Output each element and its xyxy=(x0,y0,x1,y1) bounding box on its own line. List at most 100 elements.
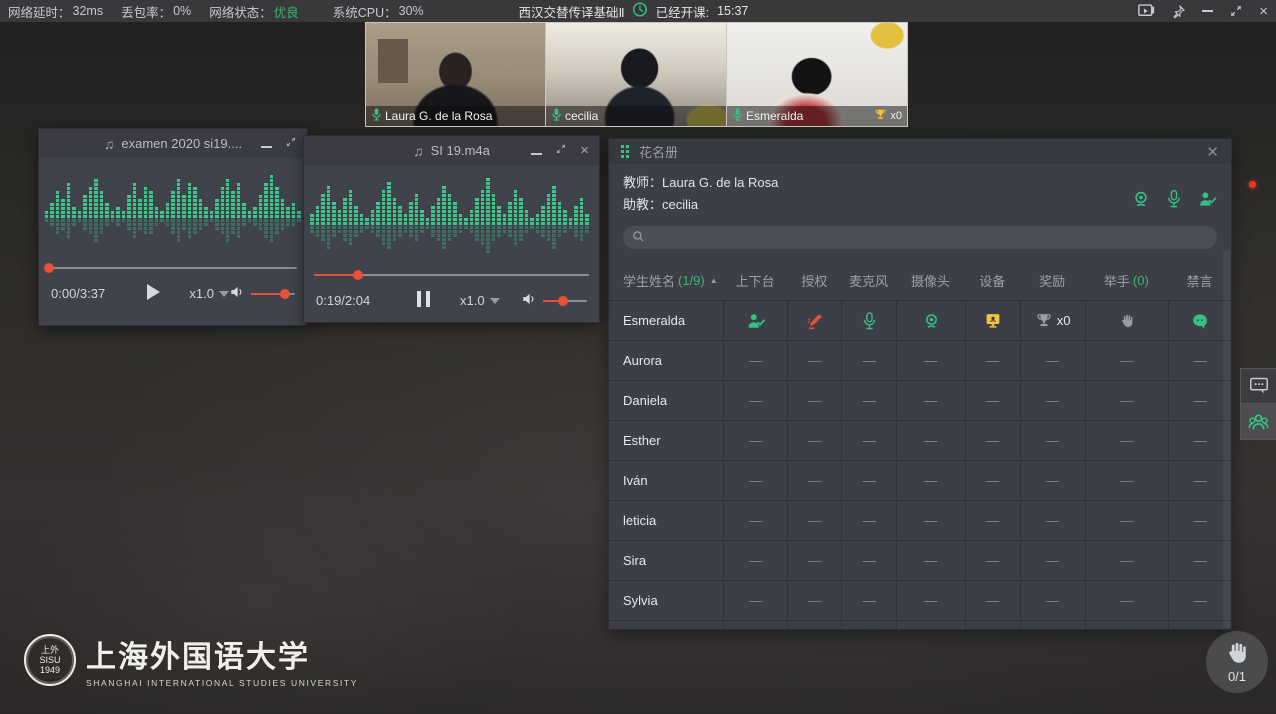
student-row[interactable]: violeta———————— xyxy=(609,621,1231,630)
status-cell[interactable] xyxy=(841,301,896,341)
status-cell[interactable]: — xyxy=(1085,501,1169,541)
status-cell[interactable]: — xyxy=(896,621,965,631)
status-cell[interactable]: — xyxy=(723,501,788,541)
status-cell[interactable]: — xyxy=(1085,621,1169,631)
status-cell[interactable]: — xyxy=(965,461,1020,501)
status-cell[interactable]: — xyxy=(723,541,788,581)
status-cell[interactable]: — xyxy=(1085,341,1169,381)
status-cell[interactable]: — xyxy=(896,461,965,501)
mic-all-icon[interactable] xyxy=(1166,190,1182,215)
video-tile-student[interactable]: Esmeralda x0 xyxy=(727,22,908,127)
status-cell[interactable]: — xyxy=(787,541,841,581)
status-cell[interactable]: — xyxy=(787,621,841,631)
status-cell[interactable]: — xyxy=(1168,461,1231,501)
status-cell[interactable]: — xyxy=(965,581,1020,621)
status-cell[interactable]: — xyxy=(841,461,896,501)
status-cell[interactable]: — xyxy=(1168,541,1231,581)
video-tile-teacher[interactable]: Laura G. de la Rosa xyxy=(365,22,546,127)
student-row[interactable]: Esmeraldax0 xyxy=(609,301,1231,341)
status-cell[interactable]: — xyxy=(1085,541,1169,581)
status-cell[interactable]: — xyxy=(896,381,965,421)
close-icon[interactable]: ✕ xyxy=(1206,143,1219,161)
status-cell[interactable]: — xyxy=(1168,581,1231,621)
status-cell[interactable] xyxy=(723,301,788,341)
volume-handle[interactable] xyxy=(558,296,568,306)
status-cell[interactable]: — xyxy=(723,461,788,501)
roster-title-bar[interactable]: 花名册 ✕ xyxy=(609,139,1231,164)
status-cell[interactable]: — xyxy=(787,501,841,541)
restore-button[interactable] xyxy=(285,136,297,151)
close-button[interactable]: × xyxy=(580,142,589,159)
status-cell[interactable]: — xyxy=(1020,461,1085,501)
status-cell[interactable]: — xyxy=(896,541,965,581)
seek-bar[interactable] xyxy=(49,262,297,274)
status-cell[interactable] xyxy=(787,301,841,341)
status-cell[interactable] xyxy=(1168,301,1231,341)
status-cell[interactable]: — xyxy=(1020,421,1085,461)
student-row[interactable]: Sira———————— xyxy=(609,541,1231,581)
status-cell[interactable]: — xyxy=(723,381,788,421)
status-cell[interactable]: — xyxy=(841,341,896,381)
minimize-button[interactable] xyxy=(1202,10,1213,12)
status-cell[interactable]: — xyxy=(896,501,965,541)
search-box[interactable] xyxy=(623,226,1217,249)
status-cell[interactable]: — xyxy=(841,621,896,631)
student-row[interactable]: leticia———————— xyxy=(609,501,1231,541)
status-cell[interactable]: — xyxy=(965,621,1020,631)
student-row[interactable]: Sylvia———————— xyxy=(609,581,1231,621)
status-cell[interactable] xyxy=(896,301,965,341)
column-header-student-name[interactable]: 学生姓名(1/9)▲ xyxy=(609,271,723,290)
status-cell[interactable]: — xyxy=(1085,381,1169,421)
status-cell[interactable]: — xyxy=(965,541,1020,581)
search-input[interactable] xyxy=(651,231,1208,245)
speaker-icon[interactable] xyxy=(521,292,537,309)
seek-bar[interactable] xyxy=(314,269,589,281)
status-cell[interactable]: — xyxy=(841,421,896,461)
status-cell[interactable]: — xyxy=(841,581,896,621)
status-cell[interactable]: — xyxy=(896,581,965,621)
roster-panel-button[interactable] xyxy=(1240,404,1276,440)
pause-button[interactable] xyxy=(410,291,436,310)
status-cell[interactable]: x0 xyxy=(1020,301,1085,341)
video-tile-assistant[interactable]: cecilia xyxy=(546,22,727,127)
volume-slider[interactable] xyxy=(543,296,587,306)
status-cell[interactable]: — xyxy=(1085,581,1169,621)
student-row[interactable]: Esther———————— xyxy=(609,421,1231,461)
student-row[interactable]: Aurora———————— xyxy=(609,341,1231,381)
status-cell[interactable]: — xyxy=(841,381,896,421)
status-cell[interactable]: — xyxy=(965,341,1020,381)
hand-raise-button[interactable]: 0/1 xyxy=(1206,631,1268,693)
status-cell[interactable]: — xyxy=(896,421,965,461)
status-cell[interactable]: — xyxy=(965,421,1020,461)
status-cell[interactable]: — xyxy=(1168,381,1231,421)
status-cell[interactable]: — xyxy=(1020,581,1085,621)
drag-handle-icon[interactable] xyxy=(621,145,629,158)
volume-handle[interactable] xyxy=(280,289,290,299)
status-cell[interactable]: — xyxy=(1085,421,1169,461)
status-cell[interactable]: — xyxy=(896,341,965,381)
status-cell[interactable]: — xyxy=(787,381,841,421)
status-cell[interactable]: — xyxy=(723,621,788,631)
status-cell[interactable]: — xyxy=(965,501,1020,541)
status-cell[interactable]: — xyxy=(1020,621,1085,631)
status-cell[interactable]: — xyxy=(1020,381,1085,421)
camera-all-icon[interactable] xyxy=(1132,190,1150,215)
student-row[interactable]: Daniela———————— xyxy=(609,381,1231,421)
minimize-button[interactable] xyxy=(531,143,542,158)
status-cell[interactable] xyxy=(1085,301,1169,341)
speed-selector[interactable]: x1.0 xyxy=(460,293,500,308)
status-cell[interactable]: — xyxy=(1168,501,1231,541)
seek-handle[interactable] xyxy=(44,263,54,273)
status-cell[interactable]: — xyxy=(723,341,788,381)
scrollbar[interactable] xyxy=(1223,251,1230,628)
restore-button[interactable] xyxy=(555,143,567,158)
player-title-bar[interactable]: ♫ SI 19.m4a × xyxy=(304,136,599,165)
status-cell[interactable]: — xyxy=(787,581,841,621)
pin-icon[interactable] xyxy=(1171,4,1186,19)
chat-panel-button[interactable] xyxy=(1240,368,1276,404)
status-cell[interactable]: — xyxy=(1168,621,1231,631)
maximize-button[interactable] xyxy=(1229,4,1243,18)
minimize-button[interactable] xyxy=(261,136,272,151)
status-cell[interactable]: — xyxy=(787,461,841,501)
status-cell[interactable]: — xyxy=(1168,421,1231,461)
